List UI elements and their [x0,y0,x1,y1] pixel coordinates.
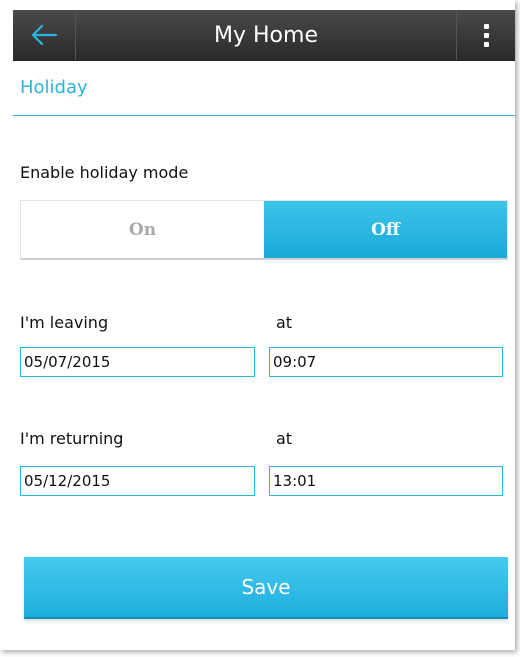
section-title: Holiday [20,77,88,98]
section-header: Holiday [13,60,515,116]
holiday-mode-label: Enable holiday mode [20,163,189,182]
more-vertical-icon [483,23,489,47]
returning-at-label: at [276,429,293,448]
holiday-mode-toggle[interactable]: On Off [20,200,508,260]
overflow-menu-button[interactable] [456,10,515,60]
returning-time-field[interactable] [269,466,503,496]
returning-label: I'm returning [20,429,124,448]
leaving-date-field[interactable] [20,347,255,377]
page-title: My Home [214,22,318,48]
leaving-at-label: at [276,313,293,332]
back-button[interactable] [13,10,76,60]
top-bar: My Home [13,10,515,61]
toggle-off-option[interactable]: Off [264,201,507,258]
returning-date-field[interactable] [20,466,255,496]
leaving-label: I'm leaving [20,313,109,332]
arrow-left-icon [31,24,57,46]
save-button[interactable]: Save [24,557,508,619]
app-window: My Home Holiday Enable holiday mode On O… [0,0,515,650]
leaving-time-field[interactable] [269,347,503,377]
toggle-on-option[interactable]: On [21,201,264,258]
